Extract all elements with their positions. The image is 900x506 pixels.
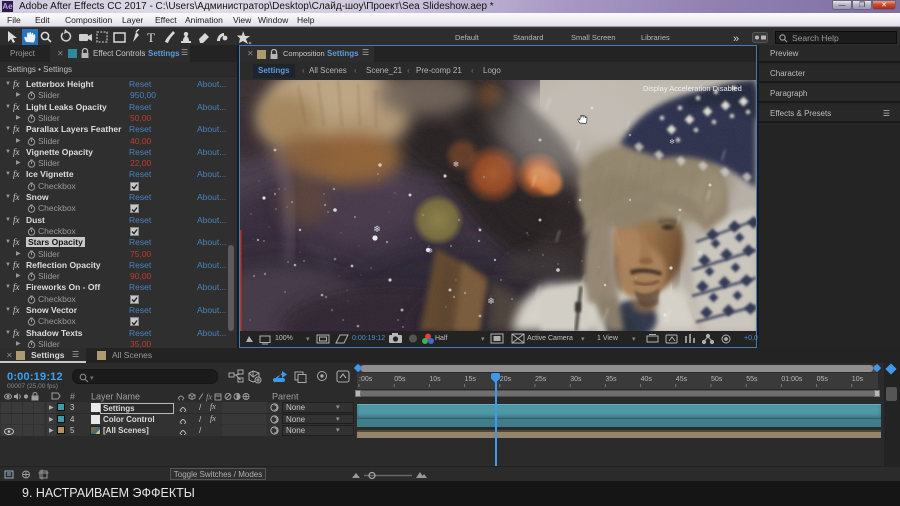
svg-text:10s: 10s: [852, 376, 864, 383]
svg-text::00s: :00s: [359, 376, 373, 383]
svg-text:01:00s: 01:00s: [781, 376, 803, 383]
svg-text:05s: 05s: [394, 376, 406, 383]
svg-text:40s: 40s: [641, 376, 653, 383]
svg-text:10s: 10s: [429, 376, 441, 383]
svg-text:50s: 50s: [711, 376, 723, 383]
svg-text:15s: 15s: [465, 376, 477, 383]
svg-text:fx: fx: [206, 392, 212, 402]
svg-text:#: #: [70, 392, 75, 402]
svg-text:45s: 45s: [676, 376, 688, 383]
svg-text:30s: 30s: [570, 376, 582, 383]
svg-text:35s: 35s: [605, 376, 617, 383]
svg-text:25s: 25s: [535, 376, 547, 383]
svg-text:20s: 20s: [500, 376, 512, 383]
svg-text:Layer Name: Layer Name: [91, 392, 140, 402]
svg-text:55s: 55s: [746, 376, 758, 383]
svg-text:05s: 05s: [817, 376, 829, 383]
svg-text:T: T: [147, 30, 155, 45]
svg-text:Display Acceleration Disabled: Display Acceleration Disabled: [643, 84, 742, 93]
svg-text:Parent: Parent: [272, 392, 299, 402]
